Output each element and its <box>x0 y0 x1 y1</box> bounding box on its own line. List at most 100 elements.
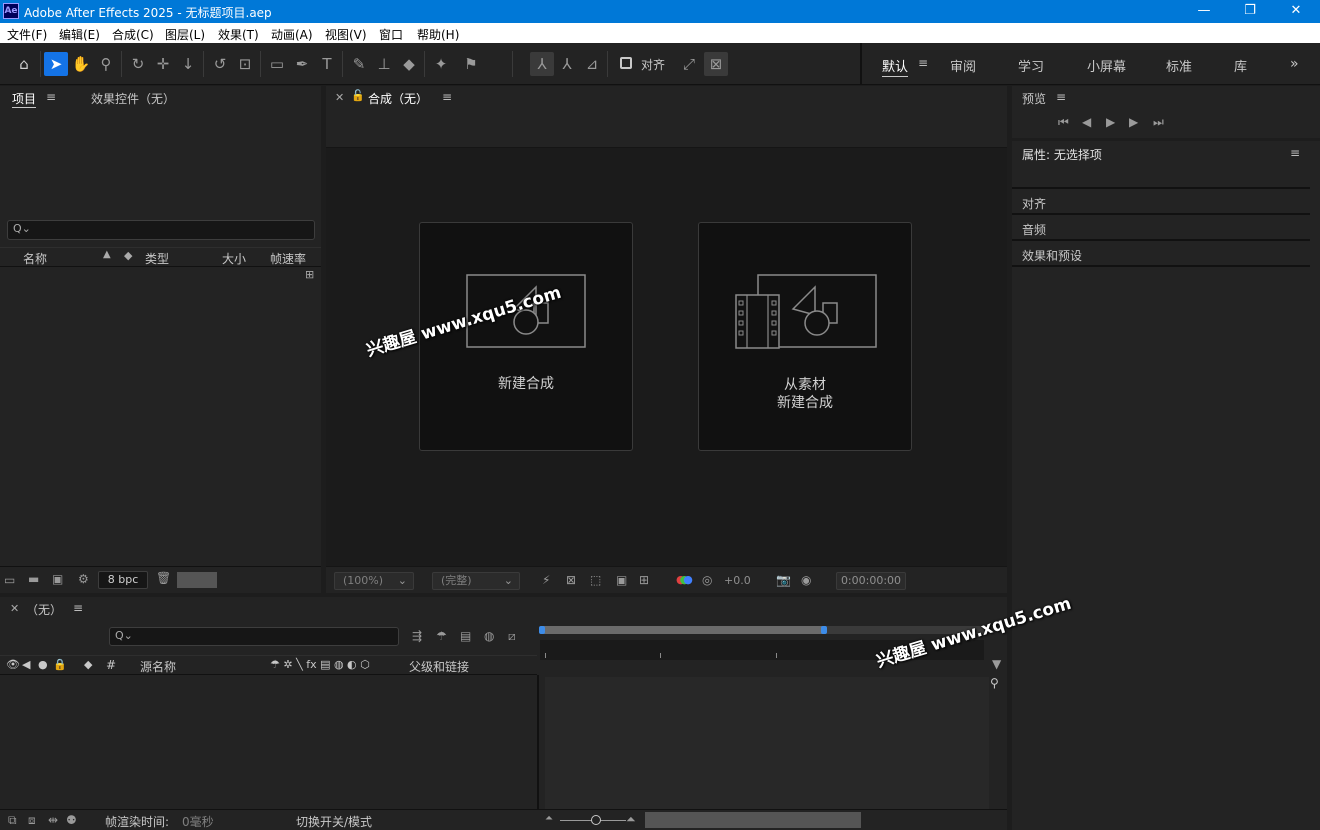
project-settings-icon[interactable]: ⚙ <box>78 572 89 586</box>
menu-edit[interactable]: 编辑(E) <box>59 26 100 43</box>
col-size[interactable]: 大小 <box>222 250 246 267</box>
interpret-footage-icon[interactable]: ▭ <box>4 573 15 587</box>
home-icon[interactable]: ⌂ <box>12 52 36 76</box>
composition-menu-icon[interactable]: ≡ <box>442 90 452 104</box>
new-composition-card[interactable]: 新建合成 <box>419 222 633 451</box>
align-panel-header[interactable]: 对齐 <box>1012 189 1310 215</box>
orbit-camera-icon[interactable]: ↻ <box>126 52 150 76</box>
workspace-menu-icon[interactable]: ≡ <box>918 56 928 70</box>
menu-effect[interactable]: 效果(T) <box>218 26 259 43</box>
effects-presets-panel-header[interactable]: 效果和预设 <box>1012 241 1310 267</box>
work-area-end-handle[interactable] <box>821 626 827 634</box>
preview-menu-icon[interactable]: ≡ <box>1056 90 1066 104</box>
new-folder-icon[interactable]: ▬ <box>28 572 39 586</box>
fast-previews-icon[interactable]: ⚡ <box>542 573 550 587</box>
menu-animation[interactable]: 动画(A) <box>271 26 313 43</box>
last-frame-icon[interactable]: ⏭ <box>1153 115 1164 130</box>
timeline-scrollbar[interactable] <box>645 812 861 828</box>
hand-tool-icon[interactable]: ✋ <box>69 52 93 76</box>
region-of-interest-icon[interactable]: ▣ <box>616 573 627 587</box>
project-search-input[interactable]: Q⌄ <box>7 220 315 240</box>
next-frame-icon[interactable]: ▶ <box>1129 115 1138 129</box>
local-axis-mode-icon[interactable]: ⅄ <box>530 52 554 76</box>
snapshot-camera-icon[interactable]: 📷 <box>776 573 791 587</box>
layer-switches-toggle-icon[interactable]: ⧉ <box>8 813 17 828</box>
audio-panel-header[interactable]: 音频 <box>1012 215 1310 241</box>
snap-feature-icon[interactable]: ⊠ <box>704 52 728 76</box>
solo-icon[interactable]: ● <box>38 658 48 671</box>
show-snapshot-icon[interactable]: ◉ <box>801 573 811 587</box>
properties-menu-icon[interactable]: ≡ <box>1290 146 1300 160</box>
mask-path-visibility-icon[interactable]: ⬚ <box>590 573 601 587</box>
first-frame-icon[interactable]: ⏮ <box>1058 115 1069 130</box>
snap-edge-icon[interactable]: ⤢ <box>677 52 701 76</box>
video-visibility-icon[interactable]: 👁 <box>6 658 20 671</box>
comp-flowchart-icon[interactable]: ⇶ <box>412 629 422 643</box>
zoom-out-icon[interactable]: ⏶ <box>545 813 553 824</box>
rectangle-tool-icon[interactable]: ▭ <box>265 52 289 76</box>
eraser-tool-icon[interactable]: ◆ <box>397 52 421 76</box>
col-frame-rate[interactable]: 帧速率 <box>270 250 306 267</box>
tab-timeline[interactable]: （无） <box>26 601 62 618</box>
comp-marker-bin-icon[interactable]: ▼ <box>992 657 1001 671</box>
sort-ascending-icon[interactable]: ▲ <box>103 249 111 260</box>
time-ruler[interactable] <box>540 640 984 660</box>
magnification-dropdown[interactable]: (100%) ⌄ <box>334 572 414 590</box>
close-timeline-icon[interactable]: ✕ <box>10 602 19 615</box>
play-icon[interactable]: ▶ <box>1106 115 1115 129</box>
close-button[interactable]: ✕ <box>1273 0 1319 23</box>
work-area-start-handle[interactable] <box>539 626 545 634</box>
workspace-standard[interactable]: 标准 <box>1166 56 1192 75</box>
anchor-point-tool-icon[interactable]: ⊡ <box>233 52 257 76</box>
maximize-button[interactable]: ❐ <box>1227 0 1273 23</box>
graph-editor-icon[interactable]: ⧄ <box>508 629 516 644</box>
new-comp-from-footage-card[interactable]: 从素材 新建合成 <box>698 222 912 451</box>
rotation-tool-icon[interactable]: ↺ <box>208 52 232 76</box>
snap-checkbox[interactable] <box>620 57 632 69</box>
roto-brush-tool-icon[interactable]: ✦ <box>429 52 453 76</box>
world-axis-mode-icon[interactable]: ⅄ <box>555 52 579 76</box>
menu-view[interactable]: 视图(V) <box>325 26 367 43</box>
frame-blending-icon[interactable]: ▤ <box>460 629 471 643</box>
toggle-switches-modes[interactable]: 切换开关/模式 <box>296 813 372 830</box>
zoom-in-icon[interactable]: ⏶ <box>626 812 636 827</box>
work-area-bar[interactable] <box>539 626 984 636</box>
resolution-dropdown[interactable]: (完整) ⌄ <box>432 572 520 590</box>
close-tab-icon[interactable]: ✕ <box>335 91 344 104</box>
type-tool-icon[interactable]: T <box>315 52 339 76</box>
selection-tool-icon[interactable]: ➤ <box>44 52 68 76</box>
menu-file[interactable]: 文件(F) <box>7 26 47 43</box>
workspace-learn[interactable]: 学习 <box>1018 56 1044 75</box>
zoom-slider-thumb[interactable] <box>591 815 601 825</box>
dolly-camera-icon[interactable]: ↓ <box>176 52 200 76</box>
clone-stamp-tool-icon[interactable]: ⊥ <box>372 52 396 76</box>
new-composition-icon[interactable]: ▣ <box>52 572 63 586</box>
bit-depth-button[interactable]: 8 bpc <box>98 571 148 589</box>
exposure-value[interactable]: +0.0 <box>724 574 751 587</box>
tab-composition[interactable]: 合成（无） <box>368 90 428 107</box>
comp-button-icon[interactable]: ⚲ <box>990 676 999 690</box>
render-time-icon[interactable]: ⚉ <box>66 813 77 827</box>
workspace-libraries[interactable]: 库 <box>1234 56 1247 75</box>
minimize-button[interactable]: — <box>1181 0 1227 23</box>
thumbnail-slider[interactable] <box>177 572 217 588</box>
pen-tool-icon[interactable]: ✒ <box>290 52 314 76</box>
menu-help[interactable]: 帮助(H) <box>417 26 459 43</box>
puppet-pin-tool-icon[interactable]: ⚑ <box>459 52 483 76</box>
col-type[interactable]: 类型 <box>145 250 169 267</box>
reset-exposure-icon[interactable]: ◎ <box>702 573 712 587</box>
tab-project[interactable]: 项目 <box>12 90 37 108</box>
previous-frame-icon[interactable]: ◀ <box>1082 115 1091 129</box>
view-axis-mode-icon[interactable]: ⊿ <box>580 52 604 76</box>
show-channel-icon[interactable]: ●●● <box>676 573 693 586</box>
menu-window[interactable]: 窗口 <box>379 26 403 43</box>
pan-camera-icon[interactable]: ✛ <box>151 52 175 76</box>
more-workspaces-icon[interactable]: » <box>1290 56 1299 72</box>
menu-composition[interactable]: 合成(C) <box>112 26 154 43</box>
timeline-menu-icon[interactable]: ≡ <box>73 601 83 615</box>
shy-layers-icon[interactable]: ☂ <box>436 629 447 643</box>
lock-icon[interactable]: 🔓 <box>351 89 365 102</box>
tab-effect-controls[interactable]: 效果控件（无） <box>91 90 175 107</box>
in-out-duration-icon[interactable]: ⇹ <box>48 813 58 827</box>
transfer-controls-icon[interactable]: ⧈ <box>28 813 36 828</box>
